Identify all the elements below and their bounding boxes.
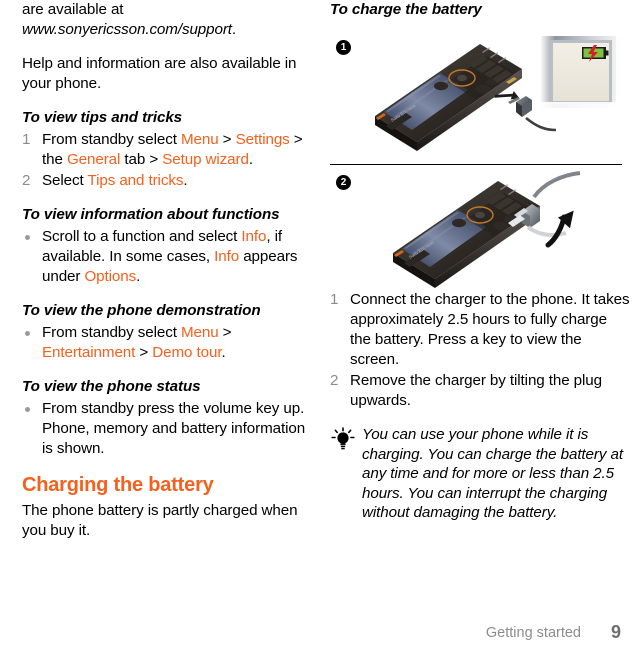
charging-illustrations: 1 Sony Ericsson 2 Sony Ericsson bbox=[330, 30, 630, 290]
menu-path-token: Info bbox=[241, 228, 267, 245]
support-url: www.sonyericsson.com/support bbox=[22, 21, 232, 38]
right-column: To charge the battery 1 Sony Ericsson 2 … bbox=[330, 0, 630, 523]
text-run: > bbox=[218, 324, 232, 341]
intro-period: . bbox=[231, 21, 237, 38]
bullets-phone-demonstration: From standby select Menu > Entertainment… bbox=[22, 323, 310, 363]
text-run: tab > bbox=[120, 151, 163, 168]
steps-tips-and-tricks: 1 From standby select Menu > Settings > … bbox=[22, 130, 310, 191]
bullet-text: From standby select Menu > Entertainment… bbox=[42, 324, 232, 361]
menu-path-token: Menu bbox=[180, 324, 219, 341]
text-run: > bbox=[218, 131, 236, 148]
intro-line1: are available at bbox=[22, 1, 124, 18]
page-footer: Getting started 9 bbox=[0, 619, 637, 642]
list-item: Scroll to a function and select Info, if… bbox=[22, 227, 310, 287]
bullet-text: From standby press the volume key up. Ph… bbox=[42, 400, 306, 457]
menu-path-token: Setup wizard bbox=[162, 151, 249, 168]
list-item: 2 Select Tips and tricks. bbox=[22, 171, 310, 191]
illustration-badge-2: 2 bbox=[336, 175, 351, 190]
text-run: . bbox=[183, 172, 188, 189]
menu-path-token: General bbox=[66, 151, 121, 168]
manual-page: are available at www.sonyericsson.com/su… bbox=[0, 0, 637, 653]
step-number: 2 bbox=[22, 172, 31, 189]
menu-path-token: Options bbox=[84, 268, 137, 285]
footer-page-number: 9 bbox=[610, 622, 621, 642]
illustration-badge-1: 1 bbox=[336, 40, 351, 55]
subheading-phone-demonstration: To view the phone demonstration bbox=[22, 302, 261, 319]
text-run: From standby select bbox=[42, 324, 181, 341]
text-run: . bbox=[248, 151, 253, 168]
menu-path-token: Tips and tricks bbox=[87, 172, 184, 189]
text-run: Scroll to a function and select bbox=[42, 228, 242, 245]
lightbulb-tip-icon bbox=[330, 427, 356, 451]
step-number: 2 bbox=[330, 372, 339, 389]
footer-section-label: Getting started bbox=[485, 625, 581, 641]
left-column: are available at www.sonyericsson.com/su… bbox=[22, 0, 310, 555]
bullet-text: Scroll to a function and select Info, if… bbox=[42, 228, 298, 285]
list-item: From standby press the volume key up. Ph… bbox=[22, 399, 310, 459]
bullets-phone-status: From standby press the volume key up. Ph… bbox=[22, 399, 310, 459]
tip-note: You can use your phone while it is charg… bbox=[330, 425, 630, 523]
step-text: From standby select Menu > Settings > th… bbox=[42, 131, 303, 168]
list-item: From standby select Menu > Entertainment… bbox=[22, 323, 310, 363]
step-text: Remove the charger by tilting the plug u… bbox=[350, 372, 602, 409]
menu-path-token: Info bbox=[214, 248, 240, 265]
battery-charging-screen-inset bbox=[538, 36, 628, 114]
menu-path-token: Demo tour bbox=[152, 344, 222, 361]
menu-path-token: Menu bbox=[180, 131, 219, 148]
menu-path-token: Settings bbox=[235, 131, 290, 148]
text-run: . bbox=[136, 268, 141, 285]
bullets-information-about-functions: Scroll to a function and select Info, if… bbox=[22, 227, 310, 287]
text-run: From standby select bbox=[42, 131, 181, 148]
text-run: . bbox=[221, 344, 226, 361]
step-number: 1 bbox=[22, 131, 31, 148]
intro-paragraph-2: Help and information are also available … bbox=[22, 55, 297, 92]
steps-charge-the-battery: 1 Connect the charger to the phone. It t… bbox=[330, 290, 630, 411]
step-text: Connect the charger to the phone. It tak… bbox=[350, 291, 630, 368]
phone-remove-charger-illustration: Sony Ericsson bbox=[350, 169, 590, 296]
charging-intro-paragraph: The phone battery is partly charged when… bbox=[22, 502, 298, 539]
text-run: Select bbox=[42, 172, 88, 189]
subheading-phone-status: To view the phone status bbox=[22, 378, 201, 395]
tip-text: You can use your phone while it is charg… bbox=[362, 426, 623, 521]
subheading-to-charge-the-battery: To charge the battery bbox=[330, 1, 482, 18]
intro-paragraph-1: are available at www.sonyericsson.com/su… bbox=[22, 0, 310, 40]
illustration-step-2: 2 Sony Ericsson bbox=[330, 165, 630, 290]
step-text: Select Tips and tricks. bbox=[42, 172, 188, 189]
list-item: 1 From standby select Menu > Settings > … bbox=[22, 130, 310, 170]
text-run: > bbox=[135, 344, 153, 361]
subheading-tips-and-tricks: To view tips and tricks bbox=[22, 109, 183, 126]
menu-path-token: Entertainment bbox=[42, 344, 136, 361]
bullet-dot-icon bbox=[25, 235, 30, 240]
bullet-dot-icon bbox=[25, 407, 30, 412]
phone-with-charger-illustration: Sony Ericsson bbox=[358, 32, 568, 165]
tilt-up-arrow-icon bbox=[545, 210, 574, 248]
illustration-step-1: 1 Sony Ericsson bbox=[330, 30, 630, 162]
list-item: 2 Remove the charger by tilting the plug… bbox=[330, 371, 630, 411]
section-heading-charging-the-battery: Charging the battery bbox=[22, 474, 214, 496]
subheading-information-about-functions: To view information about functions bbox=[22, 206, 280, 223]
list-item: 1 Connect the charger to the phone. It t… bbox=[330, 290, 630, 370]
step-number: 1 bbox=[330, 291, 339, 308]
bullet-dot-icon bbox=[25, 331, 30, 336]
